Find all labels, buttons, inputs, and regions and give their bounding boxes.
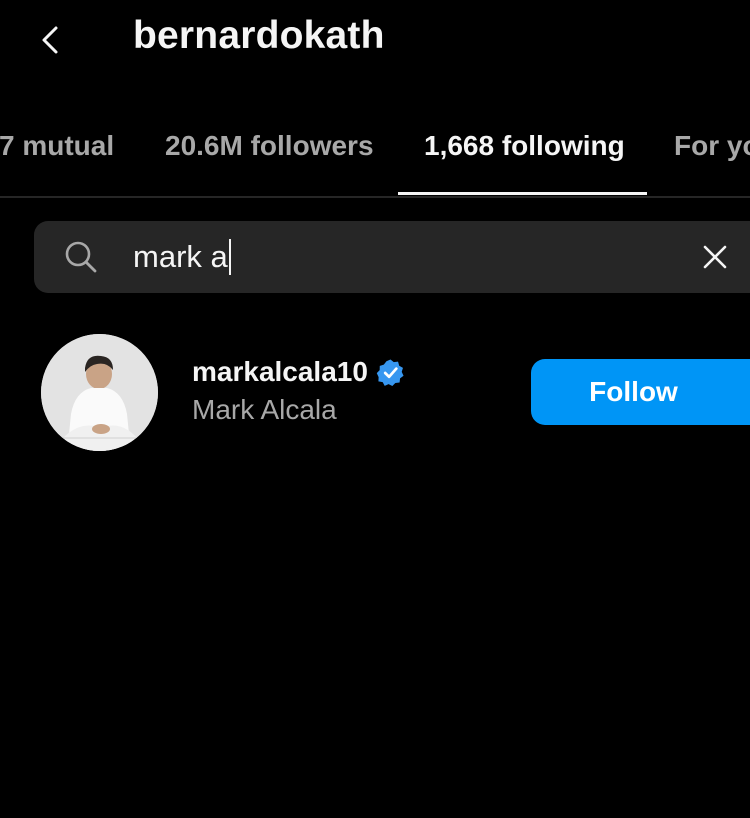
search-bar[interactable]: mark a [34,221,750,293]
close-icon [703,245,727,269]
top-bar: bernardokath [0,0,750,80]
full-name: Mark Alcala [192,394,337,425]
verified-badge-icon [376,358,404,386]
list-item[interactable]: markalcala10 Mark Alcala Follow [0,330,750,456]
clear-search-button[interactable] [697,239,733,275]
tab-mutual[interactable]: 7 mutual [0,130,114,162]
username-line: markalcala10 [192,356,405,388]
text-cursor [228,239,231,275]
search-icon [65,241,97,273]
profile-tabs: 7 mutual 20.6M followers 1,668 following… [0,112,750,198]
page-title: bernardokath [133,14,385,57]
search-input[interactable]: mark a [133,239,231,275]
follow-button[interactable]: Follow [531,359,750,425]
search-input-value: mark a [133,239,228,274]
active-tab-indicator [398,192,647,195]
tab-for-you[interactable]: For yo [674,130,750,162]
chevron-left-icon [42,26,58,54]
profile-photo [41,334,158,451]
username[interactable]: markalcala10 [192,356,368,388]
avatar[interactable] [41,334,158,451]
tab-following[interactable]: 1,668 following [424,130,625,162]
back-button[interactable] [30,18,70,62]
tab-followers[interactable]: 20.6M followers [165,130,374,162]
